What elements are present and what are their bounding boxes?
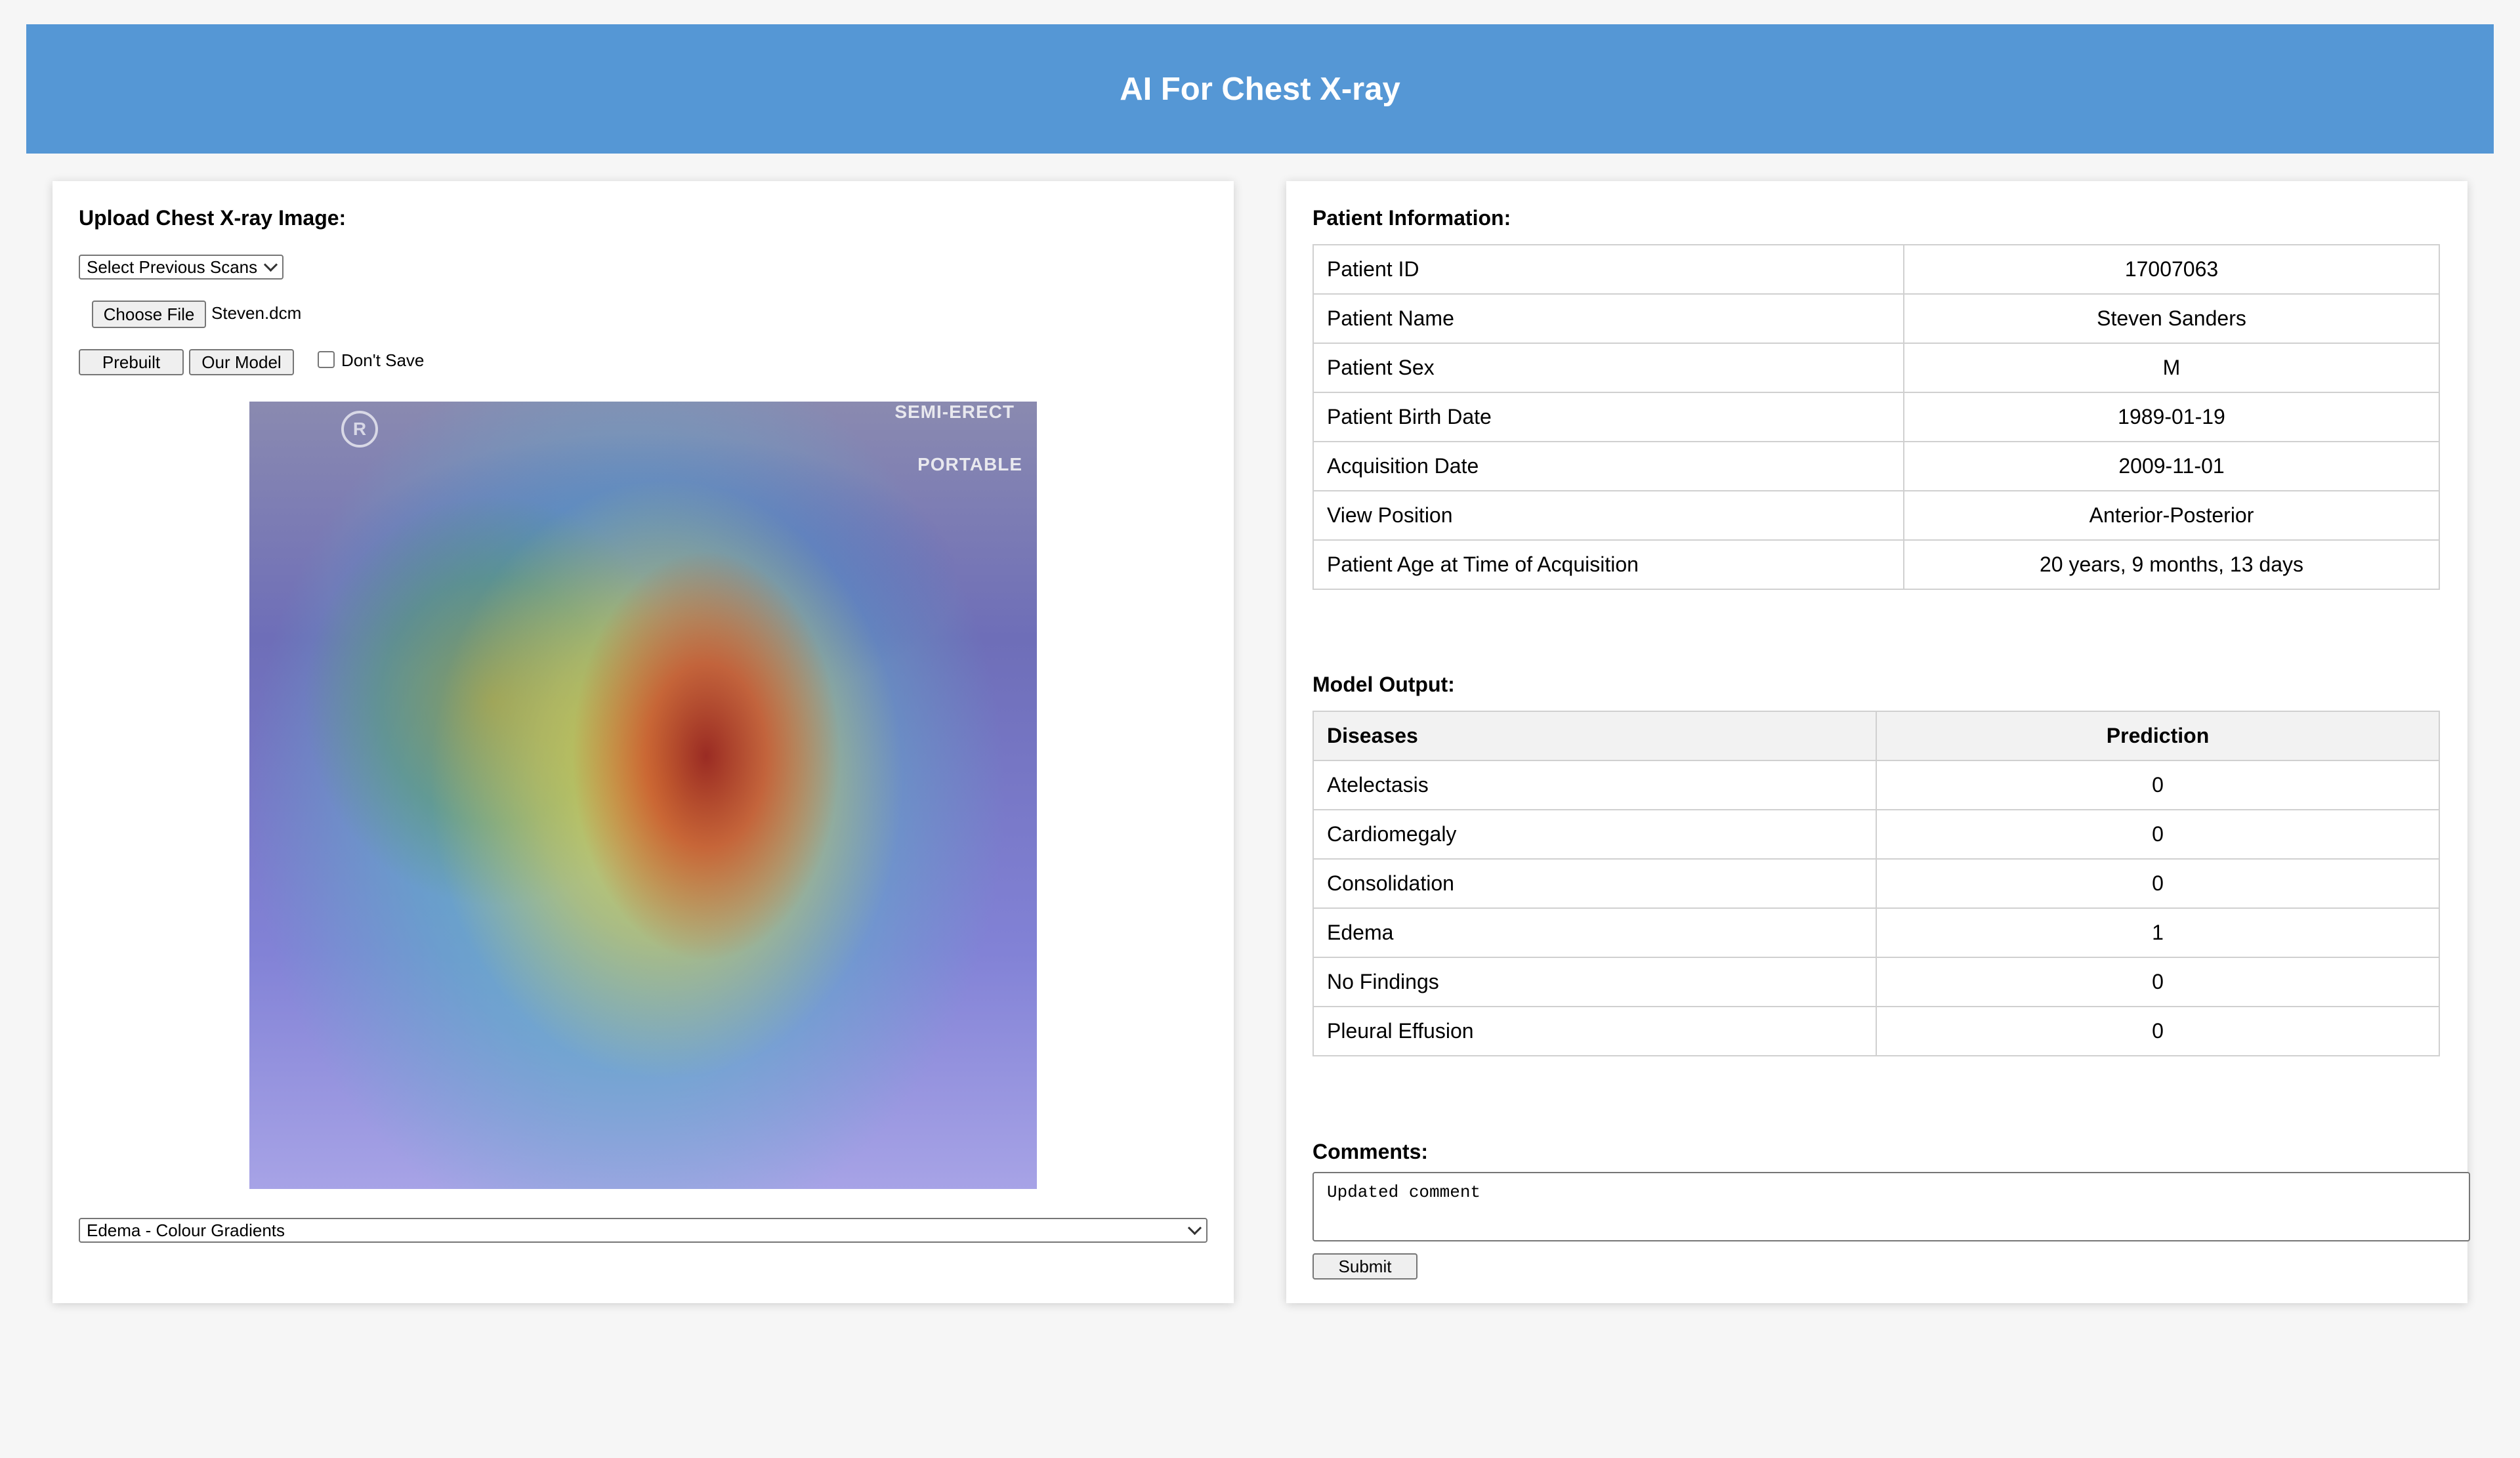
column-header-prediction: Prediction (1876, 711, 2440, 761)
disease-name: Atelectasis (1312, 760, 1877, 810)
results-panel: Patient Information: Patient ID 17007063 P… (1286, 181, 2470, 1303)
dont-save-label: Don't Save (341, 350, 425, 370)
patient-field-value: M (1903, 343, 2440, 393)
chevron-down-icon (263, 257, 278, 272)
table-row: Consolidation 0 (1312, 858, 2440, 909)
patient-field-label: Patient Sex (1312, 343, 1904, 393)
table-row: Patient Age at Time of Acquisition 20 yea… (1312, 539, 2440, 590)
our-model-button-label: Our Model (201, 352, 282, 372)
patient-field-value: 20 years, 9 months, 13 days (1903, 539, 2440, 590)
patient-field-label: Patient ID (1312, 244, 1904, 295)
table-row: Patient ID 17007063 (1312, 244, 2440, 295)
comments-textarea[interactable]: Updated comment (1312, 1172, 2470, 1241)
disease-prediction: 0 (1876, 760, 2440, 810)
patient-field-value: Steven Sanders (1903, 293, 2440, 344)
app-title: AI For Chest X-ray (1120, 71, 1400, 107)
patient-field-value: 1989-01-19 (1903, 392, 2440, 442)
table-header-row: Diseases Prediction (1312, 711, 2440, 761)
comments-label: Comments: (1312, 1140, 1429, 1163)
patient-field-label: Patient Birth Date (1312, 392, 1904, 442)
patient-info-table: Patient ID 17007063 Patient Name Steven San… (1312, 244, 2440, 590)
table-row: Cardiomegaly 0 (1312, 809, 2440, 860)
patient-field-label: Patient Name (1312, 293, 1904, 344)
disease-name: Pleural Effusion (1312, 1006, 1877, 1056)
xray-overlay-text-2: PORTABLE (917, 454, 1022, 474)
table-row: Pleural Effusion 0 (1312, 1006, 2440, 1056)
dont-save-checkbox[interactable] (318, 351, 335, 368)
model-output-label: Model Output: (1312, 673, 1455, 696)
table-row: Patient Birth Date 1989-01-19 (1312, 392, 2440, 442)
disease-name: Edema (1312, 907, 1877, 958)
upload-panel: Upload Chest X-ray Image: Select Previou… (52, 181, 1234, 1303)
patient-field-label: View Position (1312, 490, 1904, 541)
chevron-down-icon (1187, 1220, 1202, 1235)
disease-name: Cardiomegaly (1312, 809, 1877, 860)
table-row: No Findings 0 (1312, 957, 2440, 1007)
table-row: Atelectasis 0 (1312, 760, 2440, 810)
previous-scans-value: Select Previous Scans (87, 257, 258, 277)
patient-field-value: 2009-11-01 (1903, 441, 2440, 491)
app-header: AI For Chest X-ray (26, 24, 2494, 154)
disease-name: No Findings (1312, 957, 1877, 1007)
heatmap-type-value: Edema - Colour Gradients (87, 1220, 285, 1240)
previous-scans-select[interactable]: Select Previous Scans (79, 255, 284, 280)
upload-label: Upload Chest X-ray Image: (79, 206, 346, 230)
model-output-table: Diseases Prediction Atelectasis 0 Cardiome… (1312, 711, 2440, 1056)
patient-field-label: Patient Age at Time of Acquisition (1312, 539, 1904, 590)
choose-file-button[interactable]: Choose File (92, 301, 206, 328)
disease-prediction: 1 (1876, 907, 2440, 958)
table-row: Edema 1 (1312, 907, 2440, 958)
chest-xray-heatmap-image: R SEMI-ERECT PORTABLE (249, 402, 1037, 1189)
table-row: Patient Sex M (1312, 343, 2440, 393)
patient-field-value: 17007063 (1903, 244, 2440, 295)
table-row: Acquisition Date 2009-11-01 (1312, 441, 2440, 491)
disease-name: Consolidation (1312, 858, 1877, 909)
disease-prediction: 0 (1876, 809, 2440, 860)
column-header-diseases: Diseases (1312, 711, 1877, 761)
choose-file-label: Choose File (103, 304, 195, 324)
xray-overlay-text-1: SEMI-ERECT (894, 402, 1015, 422)
prebuilt-button[interactable]: Prebuilt (79, 349, 184, 375)
disease-prediction: 0 (1876, 858, 2440, 909)
submit-button-label: Submit (1338, 1256, 1392, 1276)
selected-file-name: Steven.dcm (211, 303, 302, 323)
disease-prediction: 0 (1876, 957, 2440, 1007)
disease-prediction: 0 (1876, 1006, 2440, 1056)
prebuilt-button-label: Prebuilt (102, 352, 161, 372)
patient-field-value: Anterior-Posterior (1903, 490, 2440, 541)
patient-info-label: Patient Information: (1312, 206, 1511, 230)
xray-side-marker: R (341, 411, 378, 448)
submit-button[interactable]: Submit (1312, 1253, 1418, 1280)
heatmap-type-select[interactable]: Edema - Colour Gradients (79, 1218, 1208, 1243)
table-row: Patient Name Steven Sanders (1312, 293, 2440, 344)
patient-field-label: Acquisition Date (1312, 441, 1904, 491)
our-model-button[interactable]: Our Model (189, 349, 294, 375)
table-row: View Position Anterior-Posterior (1312, 490, 2440, 541)
